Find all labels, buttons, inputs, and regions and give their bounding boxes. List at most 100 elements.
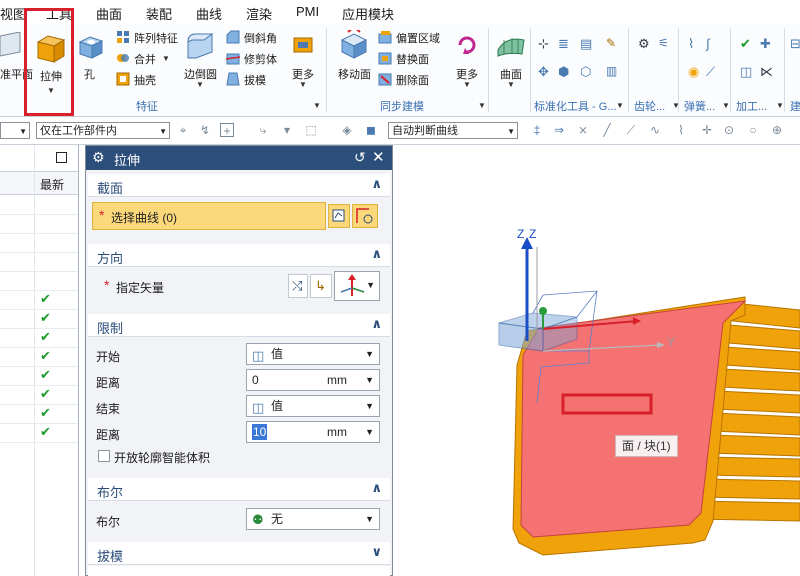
unite-label[interactable]: 合并 (134, 51, 156, 67)
spring-delete-icon[interactable]: ⟋ (706, 64, 715, 80)
vector-dialog-button[interactable]: ↳ (310, 274, 332, 298)
menu-surface[interactable]: 曲面 (96, 4, 122, 23)
table-row[interactable] (0, 290, 78, 310)
snap-endpoint-icon[interactable]: ⨯ (576, 123, 590, 137)
chevron-down-icon[interactable]: ▼ (478, 101, 486, 110)
chevron-down-icon[interactable]: ▼ (162, 54, 170, 63)
nut-icon[interactable]: ⬢ (558, 64, 569, 80)
menu-view[interactable]: 视图 (0, 4, 26, 23)
selection-scope-combo[interactable]: 仅在工作部件内 ▼ (36, 122, 170, 139)
select-edge-icon[interactable]: ⤷ (256, 123, 270, 137)
select-feature-icon[interactable]: ↯ (198, 123, 212, 137)
gear-tool-icon[interactable]: ✎ (606, 36, 616, 50)
section-header-boolean[interactable]: 布尔 ∧ (88, 478, 390, 501)
draft-label[interactable]: 拔模 (244, 72, 266, 88)
close-icon[interactable]: ✕ (372, 148, 385, 166)
menu-application[interactable]: 应用模块 (342, 4, 394, 23)
fastener-icon[interactable]: ⊹ (538, 36, 549, 52)
select-body-icon[interactable]: ◈ (340, 123, 354, 137)
section-header-section[interactable]: 截面 ∧ (88, 174, 390, 197)
graphics-viewport[interactable]: Z Z Y 面 / 块(1) (393, 145, 800, 576)
follow-fillet-icon[interactable]: ⇒ (552, 123, 566, 137)
section-header-draft[interactable]: 拔模 ∨ (88, 542, 390, 565)
snap-quadrant-icon[interactable]: ⊕ (770, 123, 784, 137)
section-header-offset[interactable] (88, 566, 390, 576)
box-select-icon[interactable]: ⬚ (304, 123, 318, 137)
menu-render[interactable]: 渲染 (246, 4, 272, 23)
chevron-down-icon[interactable]: ▼ (463, 80, 471, 89)
chamfer-label[interactable]: 倒斜角 (244, 30, 277, 46)
list-tool-icon[interactable]: ▥ (606, 64, 617, 78)
boolean-dropdown[interactable]: ⚉ 无 ▼ (246, 508, 380, 530)
chevron-down-icon[interactable]: ▼ (196, 80, 204, 89)
shell-label[interactable]: 抽壳 (134, 72, 156, 88)
table-row[interactable] (0, 309, 78, 329)
washer-icon[interactable]: ⬡ (580, 64, 591, 80)
move-face-label[interactable]: 移动面 (338, 66, 371, 82)
dialog-title-bar[interactable]: ⚙ 拉伸 ↺ ✕ (86, 146, 392, 170)
machining-cut-icon[interactable]: ⋉ (760, 64, 773, 80)
chevron-down-icon[interactable]: ▼ (313, 101, 321, 110)
reset-icon[interactable]: ↺ (354, 149, 366, 166)
trim-body-label[interactable]: 修剪体 (244, 51, 277, 67)
table-row[interactable] (0, 366, 78, 386)
table-row[interactable] (0, 271, 78, 291)
snap-curve-icon[interactable]: ∿ (648, 123, 662, 137)
extension-spring-icon[interactable]: ∫ (706, 36, 710, 51)
snap-cross-icon[interactable]: ✛ (700, 123, 714, 137)
curve-select-button[interactable] (328, 204, 350, 228)
chevron-down-icon[interactable]: ▼ (616, 101, 624, 110)
start-type-dropdown[interactable]: ◫ 值 ▼ (246, 343, 380, 365)
end-distance-input[interactable]: 10 mm ▼ (246, 421, 380, 443)
snap-line-icon[interactable]: ╱ (600, 123, 614, 137)
reverse-direction-button[interactable]: ⤭ (288, 274, 308, 298)
snap-point-icon[interactable]: ⌖ (176, 123, 190, 137)
machining-view-icon[interactable]: ◫ (740, 64, 752, 80)
chevron-down-icon[interactable]: ▼ (776, 101, 784, 110)
delete-face-label[interactable]: 删除面 (396, 72, 429, 88)
table-row[interactable] (0, 195, 78, 215)
menu-assembly[interactable]: 装配 (146, 4, 172, 23)
end-type-dropdown[interactable]: ◫ 值 ▼ (246, 395, 380, 417)
hole-label[interactable]: 孔 (84, 66, 95, 82)
stop-at-intersection-icon[interactable]: ‡ (530, 123, 544, 137)
gear-icon[interactable]: ⚙ (92, 149, 105, 166)
table-row[interactable] (0, 385, 78, 405)
latest-column-header[interactable]: 最新 (40, 176, 64, 193)
spring-disk-icon[interactable]: ◉ (688, 64, 699, 80)
replace-face-label[interactable]: 替换面 (396, 51, 429, 67)
open-profile-checkbox[interactable] (98, 450, 110, 462)
helical-gear-icon[interactable]: ⚟ (658, 36, 669, 50)
table-row[interactable] (0, 233, 78, 253)
snap-center-icon[interactable]: ⊙ (722, 123, 736, 137)
table-row[interactable] (0, 347, 78, 367)
compression-spring-icon[interactable]: ⌇ (688, 36, 694, 52)
machining-tool-icon[interactable]: ✚ (760, 36, 771, 52)
table-row[interactable] (0, 252, 78, 272)
build-icon[interactable]: ⊟ (790, 36, 800, 52)
type-filter-combo[interactable]: ▼ (0, 122, 30, 139)
machining-check-icon[interactable]: ✔ (740, 36, 751, 52)
offset-region-label[interactable]: 偏置区域 (396, 30, 440, 46)
snap-wave-icon[interactable]: ⌇ (674, 123, 688, 137)
select-solid-icon[interactable]: ◼ (364, 123, 378, 137)
chevron-down-icon[interactable]: ▼ (299, 80, 307, 89)
pattern-feature-label[interactable]: 阵列特征 (134, 30, 178, 46)
maximize-icon[interactable] (56, 152, 67, 163)
menu-curve[interactable]: 曲线 (196, 4, 222, 23)
stack-icon[interactable]: ≣ (558, 36, 569, 52)
select-curve-row[interactable]: * 选择曲线 (0) (92, 202, 326, 230)
section-header-limits[interactable]: 限制 ∧ (88, 314, 390, 337)
start-distance-input[interactable]: 0 mm ▼ (246, 369, 380, 391)
sketch-section-button[interactable] (352, 204, 378, 228)
vector-type-dropdown[interactable]: ▼ (334, 271, 380, 301)
snap-diagonal-icon[interactable]: ⟋ (624, 123, 638, 137)
section-header-direction[interactable]: 方向 ∧ (88, 244, 390, 267)
select-face-icon[interactable]: + (220, 123, 234, 138)
curve-rule-combo[interactable]: 自动判断曲线 ▼ (388, 122, 518, 139)
table-row[interactable] (0, 328, 78, 348)
chevron-down-icon[interactable]: ▼ (507, 80, 515, 89)
table-row[interactable] (0, 404, 78, 424)
dropdown-icon[interactable]: ▾ (280, 123, 294, 137)
bolt-icon[interactable]: ✥ (538, 64, 549, 80)
